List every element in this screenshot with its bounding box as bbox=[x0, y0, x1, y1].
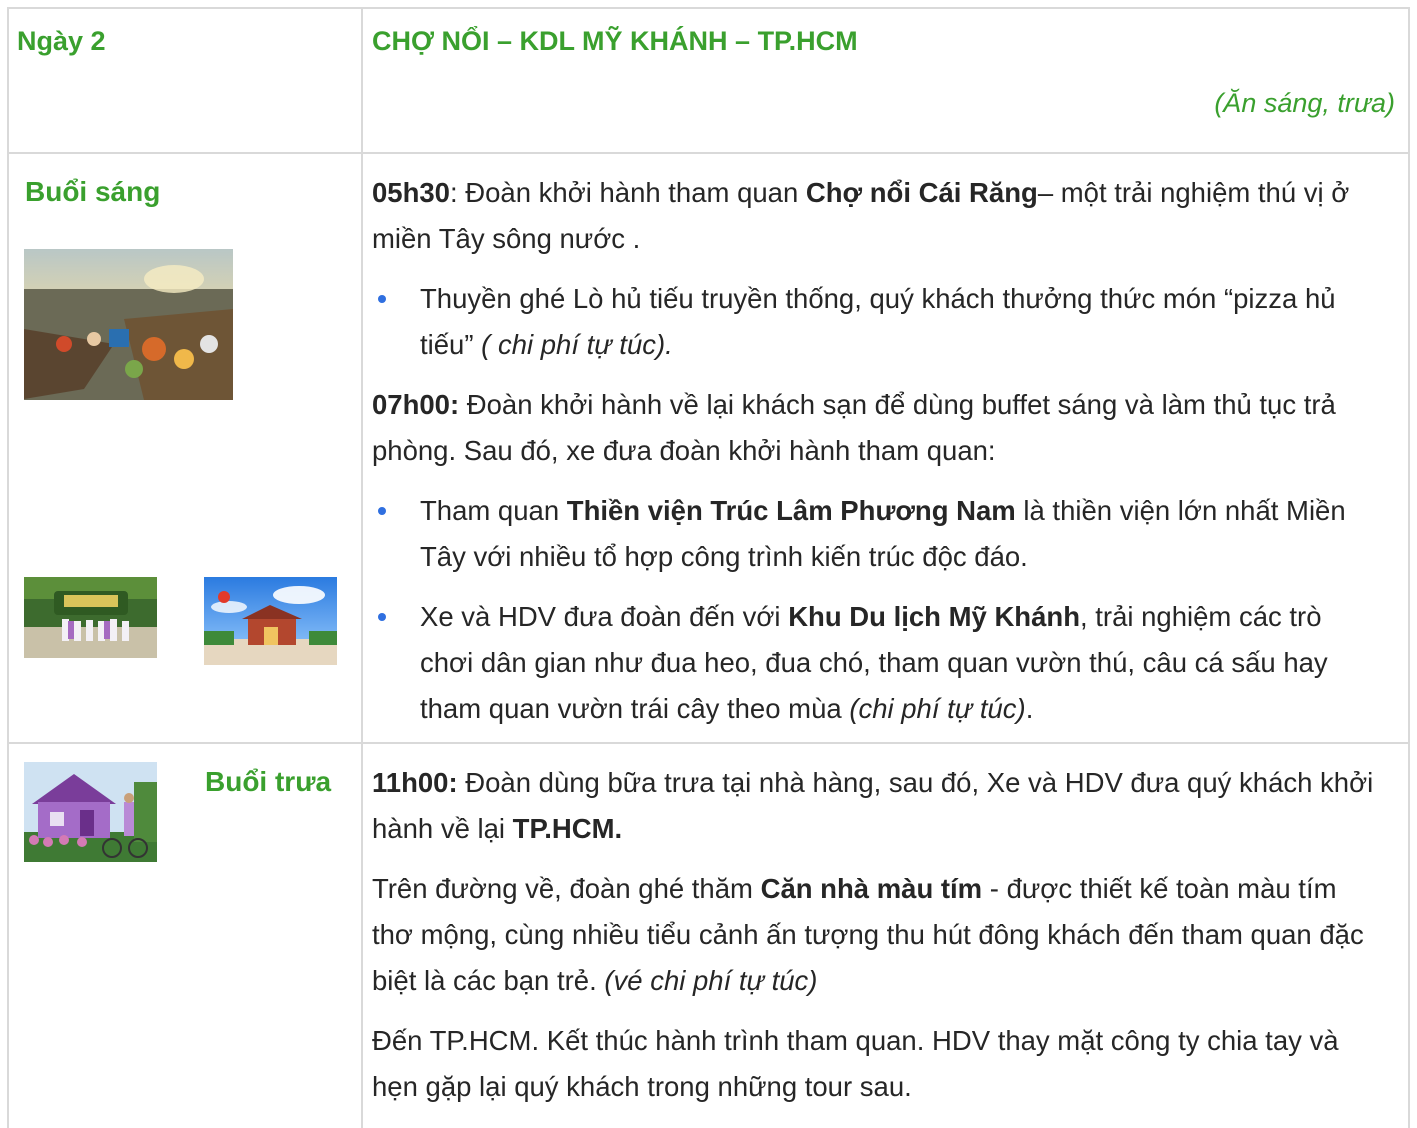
list-item: Tham quan Thiền viện Trúc Lâm Phương Nam… bbox=[372, 488, 1382, 580]
noon-content: 11h00: Đoàn dùng bữa trưa tại nhà hàng, … bbox=[372, 760, 1382, 1124]
column-divider bbox=[361, 9, 363, 1128]
time-0700: 07h00: bbox=[372, 389, 460, 420]
place-cho-noi-cai-rang: Chợ nổi Cái Răng bbox=[805, 177, 1038, 208]
noon-label: Buổi trưa bbox=[205, 766, 332, 797]
place-can-nha-mau-tim: Căn nhà màu tím bbox=[760, 873, 983, 904]
zen-monastery-photo bbox=[204, 577, 337, 665]
day-label: Ngày 2 bbox=[17, 26, 106, 56]
morning-paragraph-2: 07h00: Đoàn khởi hành về lại khách sạn đ… bbox=[372, 389, 1336, 466]
time-0530: 05h30 bbox=[372, 177, 450, 208]
floating-market-photo bbox=[24, 249, 233, 400]
morning-label: Buổi sáng bbox=[25, 176, 161, 207]
list-item: Thuyền ghé Lò hủ tiếu truyền thống, quý … bbox=[372, 276, 1382, 368]
place-kdl-my-khanh: Khu Du lịch Mỹ Khánh bbox=[788, 601, 1080, 632]
morning-list-1: Thuyền ghé Lò hủ tiếu truyền thống, quý … bbox=[372, 276, 1382, 368]
my-khanh-gate-photo bbox=[24, 577, 157, 658]
day-title: CHỢ NỔI – KDL MỸ KHÁNH – TP.HCM bbox=[372, 26, 858, 56]
row-divider-header bbox=[9, 152, 1408, 154]
noon-paragraph-2: Trên đường về, đoàn ghé thăm Căn nhà màu… bbox=[372, 873, 1364, 996]
time-1100: 11h00: bbox=[372, 767, 458, 798]
morning-paragraph-1: 05h30: Đoàn khởi hành tham quan Chợ nổi … bbox=[372, 177, 1350, 254]
meals-note: (Ăn sáng, trưa) bbox=[1214, 88, 1395, 118]
purple-house-photo bbox=[24, 762, 157, 862]
noon-paragraph-3: Đến TP.HCM. Kết thúc hành trình tham qua… bbox=[372, 1025, 1339, 1102]
morning-content: 05h30: Đoàn khởi hành tham quan Chợ nổi … bbox=[372, 170, 1382, 746]
noon-paragraph-1: 11h00: Đoàn dùng bữa trưa tại nhà hàng, … bbox=[372, 767, 1374, 844]
place-tphcm: TP.HCM. bbox=[512, 813, 623, 844]
morning-list-2: Tham quan Thiền viện Trúc Lâm Phương Nam… bbox=[372, 488, 1382, 732]
place-thien-vien: Thiền viện Trúc Lâm Phương Nam bbox=[566, 495, 1016, 526]
list-item: Xe và HDV đưa đoàn đến với Khu Du lịch M… bbox=[372, 594, 1382, 732]
